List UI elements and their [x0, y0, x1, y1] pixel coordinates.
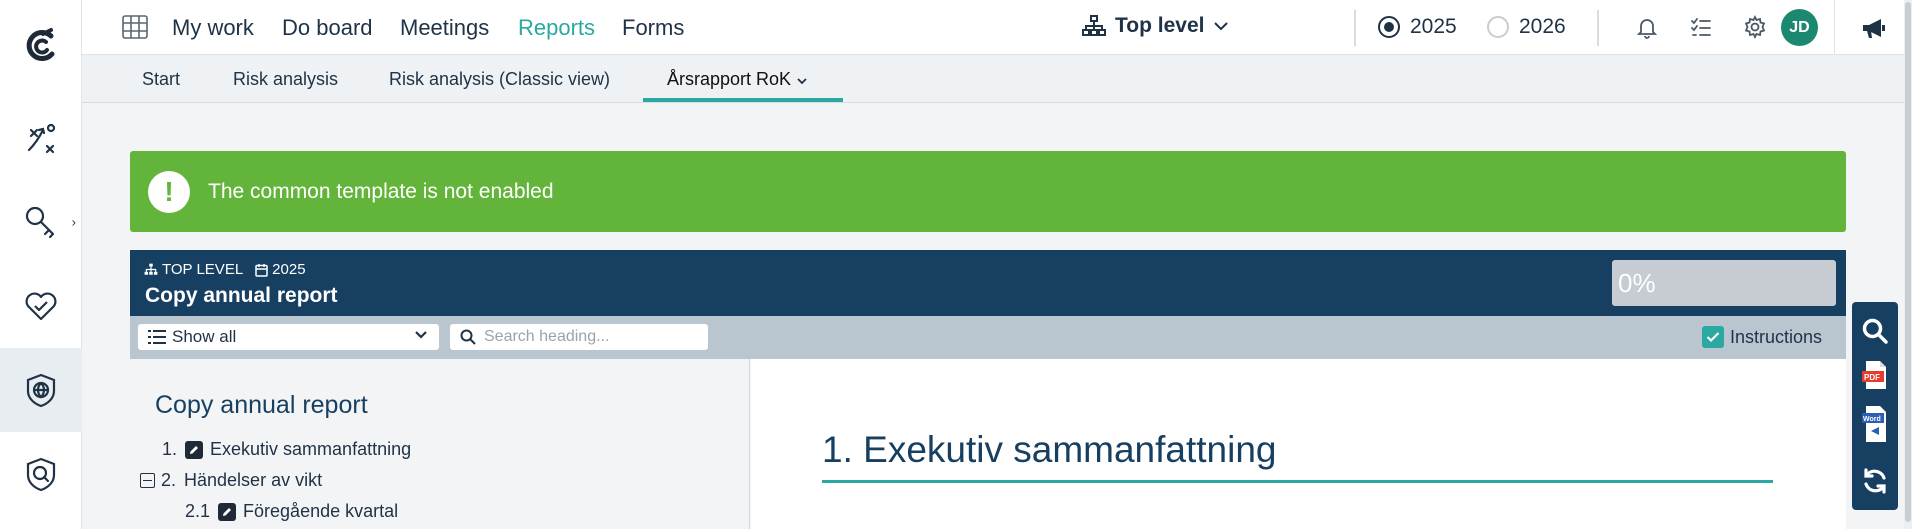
tab-risk-analysis[interactable]: Risk analysis [233, 69, 338, 90]
org-unit-label: Top level [1115, 14, 1205, 37]
key-icon[interactable]: › [0, 180, 82, 264]
org-chart-icon [144, 263, 158, 275]
megaphone-button[interactable] [1834, 0, 1912, 55]
edit-icon [218, 502, 237, 521]
progress-bar: 0% [1612, 260, 1836, 306]
report-unit-label: TOP LEVEL [162, 261, 244, 278]
report-header: TOP LEVEL 2025 Copy annual report 0% [130, 250, 1846, 316]
chevron-down-icon [797, 78, 807, 85]
active-tab-indicator [643, 98, 843, 102]
nav-do-board[interactable]: Do board [282, 15, 373, 41]
table-of-contents: Copy annual report 1. Exekutiv sammanfat… [130, 359, 750, 529]
scrollbar[interactable] [1904, 0, 1912, 529]
calendar-icon [255, 263, 268, 277]
report-toolbar: Show all Search heading... Instructions [130, 316, 1846, 359]
report-year-label: 2025 [272, 261, 306, 278]
report-title: Copy annual report [145, 284, 338, 307]
section-underline [822, 480, 1773, 483]
alert-message: The common template is not enabled [208, 179, 554, 203]
divider [1354, 10, 1356, 46]
tab-risk-analysis-classic[interactable]: Risk analysis (Classic view) [389, 69, 610, 90]
top-bar: My work Do board Meetings Reports Forms … [82, 0, 1912, 55]
toc-title: Copy annual report [155, 391, 368, 419]
year-label: 2025 [1410, 15, 1457, 38]
search-icon [460, 329, 476, 345]
strategy-icon[interactable] [0, 96, 82, 180]
export-pdf-button[interactable]: PDF [1860, 360, 1890, 390]
toc-item-number: 1. [162, 439, 178, 459]
search-heading-input[interactable]: Search heading... [450, 324, 708, 350]
toc-item-label: Exekutiv sammanfattning [210, 439, 412, 459]
logo-icon[interactable] [0, 4, 82, 88]
heart-icon[interactable] [0, 264, 82, 348]
gear-icon[interactable] [1743, 15, 1767, 39]
nav-meetings[interactable]: Meetings [400, 15, 489, 41]
svg-text:Word: Word [1863, 416, 1881, 423]
year-radio-2026[interactable]: 2026 [1487, 15, 1566, 39]
toc-item[interactable]: 2.1 Föregående kvartal [185, 501, 398, 522]
tab-arsrapport[interactable]: Årsrapport RoK [667, 69, 808, 90]
toc-item-number: 2.1 [185, 501, 211, 521]
search-icon [1862, 318, 1888, 344]
instructions-toggle[interactable]: Instructions [1702, 326, 1822, 348]
checkbox-checked-icon [1702, 326, 1724, 348]
search-shield-icon[interactable] [0, 432, 82, 516]
report-year: 2025 [255, 261, 306, 278]
toc-item-number: 2. [161, 470, 177, 490]
edit-icon [185, 440, 204, 459]
org-unit-selector[interactable]: Top level [1082, 14, 1229, 38]
instructions-label: Instructions [1730, 326, 1823, 347]
sub-tabs: Start Risk analysis Risk analysis (Class… [82, 55, 1912, 103]
report-meta: TOP LEVEL 2025 [144, 261, 306, 278]
nav-forms[interactable]: Forms [622, 15, 684, 41]
year-radio-2025[interactable]: 2025 [1378, 15, 1457, 39]
avatar[interactable]: JD [1781, 9, 1818, 46]
chevron-down-icon [1214, 22, 1229, 31]
divider [1597, 10, 1599, 46]
toc-item[interactable]: 1. Exekutiv sammanfattning [162, 439, 411, 460]
search-button[interactable] [1860, 316, 1890, 346]
refresh-icon [1864, 468, 1886, 494]
tab-arsrapport-label: Årsrapport RoK [667, 69, 792, 89]
org-chart-icon [1082, 15, 1106, 36]
refresh-button[interactable] [1860, 466, 1890, 496]
report-unit: TOP LEVEL [144, 261, 243, 278]
list-icon [148, 330, 166, 344]
grid-icon[interactable] [122, 15, 148, 39]
tab-start[interactable]: Start [142, 69, 180, 90]
radio-checked-icon [1378, 16, 1400, 38]
collapse-icon[interactable] [140, 473, 155, 488]
bell-icon[interactable] [1635, 15, 1659, 39]
alert-banner: ! The common template is not enabled [130, 151, 1846, 232]
chevron-right-icon[interactable]: › [72, 215, 76, 230]
toc-item-label: Föregående kvartal [243, 501, 399, 521]
nav-reports[interactable]: Reports [518, 15, 595, 41]
search-placeholder: Search heading... [484, 328, 610, 345]
year-label: 2026 [1519, 15, 1566, 38]
section-heading: 1. Exekutiv sammanfattning [822, 429, 1277, 470]
side-toolbar: PDF Word [1852, 302, 1898, 510]
filter-select[interactable]: Show all [138, 324, 439, 350]
chevron-down-icon [415, 331, 427, 339]
exclamation-icon: ! [148, 170, 190, 213]
radio-unchecked-icon [1487, 16, 1509, 38]
megaphone-icon [1862, 18, 1885, 38]
toc-item[interactable]: 2. Händelser av vikt [140, 470, 322, 491]
filter-value: Show all [172, 327, 237, 346]
export-word-button[interactable]: Word [1860, 406, 1890, 442]
toc-item-label: Händelser av vikt [184, 470, 323, 490]
scrollbar-thumb[interactable] [1905, 2, 1911, 522]
left-rail: › [0, 0, 82, 529]
pdf-icon: PDF [1862, 361, 1886, 389]
nav-my-work[interactable]: My work [172, 15, 254, 41]
word-icon: Word [1862, 406, 1886, 442]
report-content: 1. Exekutiv sammanfattning [751, 359, 1846, 529]
tasks-icon[interactable] [1689, 15, 1713, 39]
shield-globe-icon[interactable] [0, 348, 82, 432]
svg-text:PDF: PDF [1864, 373, 1880, 382]
